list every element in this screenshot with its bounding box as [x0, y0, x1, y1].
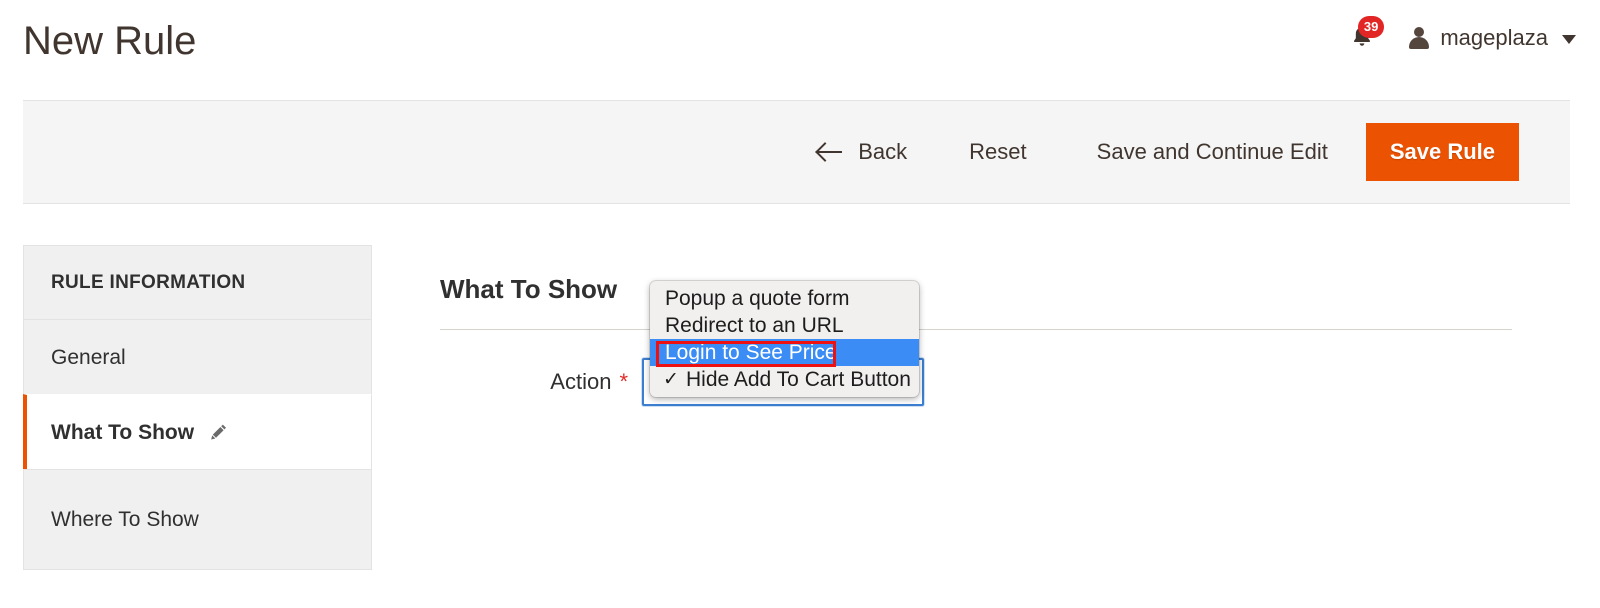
action-label-text: Action — [550, 369, 612, 394]
page-header: New Rule 39 mageplaza — [0, 0, 1600, 100]
dropdown-option-label: Login to See Price — [665, 341, 837, 364]
page-title: New Rule — [23, 19, 197, 63]
dropdown-option-label: Popup a quote form — [665, 287, 850, 310]
required-asterisk: * — [619, 369, 628, 394]
page-content: RULE INFORMATION General What To Show Wh… — [0, 204, 1600, 608]
what-to-show-form: What To Show Action * Hide Add To Cart Bu… — [440, 274, 1512, 406]
save-rule-button[interactable]: Save Rule — [1365, 123, 1519, 181]
user-avatar-icon — [1408, 26, 1430, 50]
edit-pencil-icon — [210, 423, 228, 441]
checkmark-icon: ✓ — [663, 369, 679, 390]
sidebar-item-where-to-show[interactable]: Where To Show — [23, 469, 372, 570]
user-menu[interactable]: mageplaza — [1386, 16, 1576, 60]
chevron-down-icon — [1562, 35, 1576, 44]
notification-badge: 39 — [1357, 16, 1385, 38]
page-actions-toolbar: Back Reset Save and Continue Edit Save R… — [23, 100, 1570, 204]
user-name: mageplaza — [1440, 25, 1548, 50]
dropdown-option-login-to-see-price[interactable]: Login to See Price — [650, 339, 919, 366]
dropdown-option-label: Redirect to an URL — [665, 314, 844, 337]
dropdown-option-hide-add-to-cart[interactable]: ✓ Hide Add To Cart Button — [650, 366, 919, 393]
dropdown-option-popup-quote-form[interactable]: Popup a quote form — [650, 285, 919, 312]
back-button[interactable]: Back — [815, 139, 908, 165]
reset-button[interactable]: Reset — [969, 139, 1026, 165]
action-field-row: Action * Hide Add To Cart Button — [440, 358, 1512, 406]
sidebar-item-label: General — [51, 345, 126, 369]
action-select-dropdown[interactable]: Popup a quote form Redirect to an URL Lo… — [650, 281, 919, 397]
sidebar-item-general[interactable]: General — [23, 319, 372, 394]
action-field-label: Action * — [440, 358, 642, 406]
arrow-left-icon — [815, 141, 844, 163]
sidebar-item-label: Where To Show — [51, 508, 199, 531]
dropdown-option-redirect-url[interactable]: Redirect to an URL — [650, 312, 919, 339]
save-and-continue-edit-button[interactable]: Save and Continue Edit — [1097, 139, 1328, 165]
dropdown-option-label: Hide Add To Cart Button — [686, 368, 911, 391]
back-button-label: Back — [858, 139, 908, 164]
sidebar-item-what-to-show[interactable]: What To Show — [23, 394, 372, 469]
header-right-group: 39 mageplaza — [1338, 16, 1576, 60]
section-heading: What To Show — [440, 274, 1512, 330]
sidebar-item-label: What To Show — [51, 420, 195, 444]
rule-information-sidebar: RULE INFORMATION General What To Show Wh… — [23, 245, 372, 570]
notifications-button[interactable]: 39 — [1338, 16, 1386, 60]
sidebar-title: RULE INFORMATION — [23, 245, 372, 319]
